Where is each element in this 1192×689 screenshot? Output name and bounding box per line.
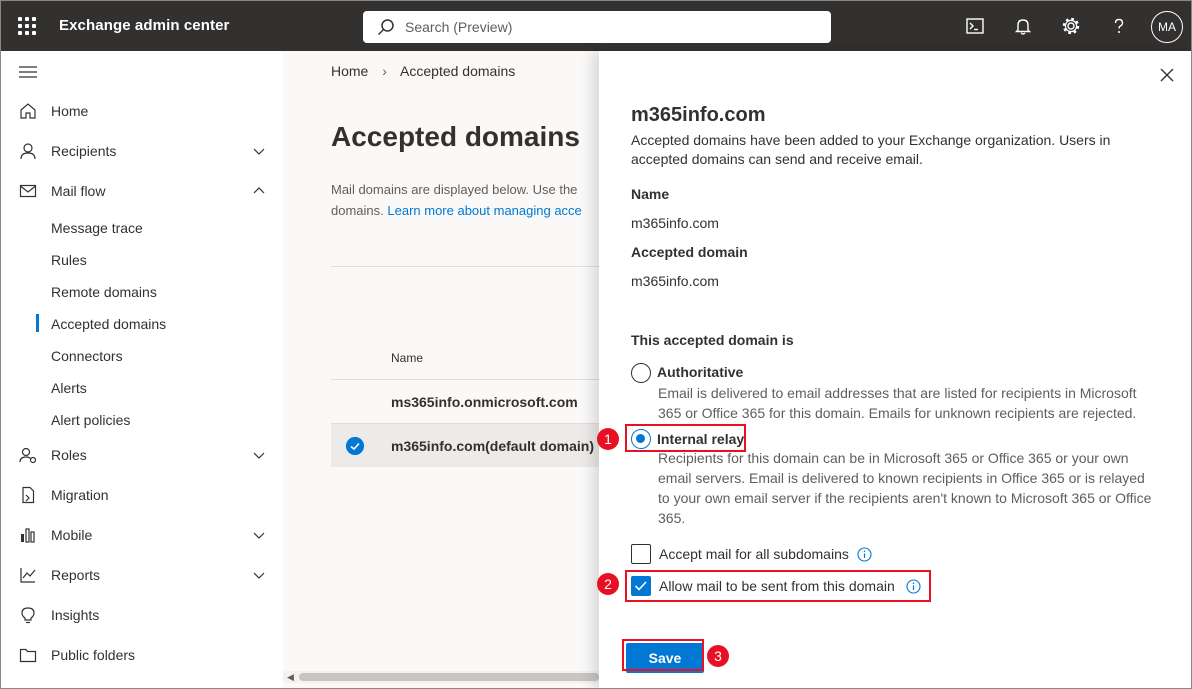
migration-icon [22, 486, 35, 504]
table-row[interactable]: ms365info.onmicrosoft.com [331, 379, 599, 423]
annotation-badge-2: 2 [597, 573, 619, 595]
reports-icon [20, 568, 36, 583]
search-icon [377, 19, 394, 36]
person-icon [20, 143, 36, 160]
annotation-highlight-3 [622, 639, 704, 671]
nav-item-home[interactable]: Home [1, 91, 283, 131]
home-icon [20, 103, 36, 119]
checkmark-circle-icon[interactable] [346, 437, 364, 455]
nav-sub-message-trace[interactable]: Message trace [1, 212, 283, 244]
app-window: Exchange admin center MA Home Recipients… [0, 0, 1192, 689]
chevron-down-icon [253, 148, 265, 155]
name-label: Name [631, 186, 670, 202]
nav-label: Mobile [51, 527, 93, 543]
table-row-selected[interactable]: m365info.com(default domain) [331, 423, 599, 467]
panel-title: m365info.com [631, 104, 766, 126]
breadcrumb-home[interactable]: Home [331, 63, 368, 79]
nav-label: Roles [51, 447, 87, 463]
nav-item-roles[interactable]: Roles [1, 435, 283, 475]
roles-icon [19, 447, 37, 464]
nav-item-migration[interactable]: Migration [1, 475, 283, 515]
row-domain-name: ms365info.onmicrosoft.com [391, 394, 578, 410]
authoritative-description: Email is delivered to email addresses th… [658, 385, 1137, 421]
waffle-icon[interactable] [15, 14, 39, 38]
annotation-highlight-1 [625, 424, 746, 452]
left-nav: Home Recipients Mail flow Message trace … [1, 51, 283, 688]
page-title: Accepted domains [331, 121, 580, 152]
nav-label: Insights [51, 607, 100, 623]
nav-sub-alerts[interactable]: Alerts [1, 372, 283, 404]
nav-item-mobile[interactable]: Mobile [1, 515, 283, 555]
nav-label: Home [51, 103, 89, 119]
gear-icon[interactable] [1060, 15, 1082, 37]
learn-more-link[interactable]: Learn more about managing acce [387, 203, 581, 218]
chevron-down-icon [253, 452, 265, 459]
app-title[interactable]: Exchange admin center [59, 17, 230, 34]
horizontal-scrollbar[interactable]: ◀ [283, 671, 599, 683]
close-icon[interactable] [1159, 67, 1175, 83]
column-header-name[interactable]: Name [391, 351, 423, 365]
scrollbar-thumb[interactable] [299, 673, 599, 681]
breadcrumb-current: Accepted domains [400, 63, 516, 79]
subdomains-checkbox[interactable] [631, 544, 651, 564]
authoritative-label[interactable]: Authoritative [657, 364, 743, 380]
scroll-left-icon[interactable]: ◀ [287, 672, 294, 683]
chevron-down-icon [253, 532, 265, 539]
chevron-up-icon [253, 187, 265, 194]
nav-item-mail-flow[interactable]: Mail flow [1, 171, 283, 211]
nav-sub-accepted-domains[interactable]: Accepted domains [1, 308, 283, 340]
help-icon[interactable] [1108, 15, 1130, 37]
nav-sub-alert-policies[interactable]: Alert policies [1, 404, 283, 436]
search-input[interactable] [405, 11, 815, 43]
nav-label: Migration [51, 487, 109, 503]
nav-item-recipients[interactable]: Recipients [1, 131, 283, 171]
folder-icon [19, 648, 37, 663]
nav-label: Recipients [51, 143, 117, 159]
search-box[interactable] [363, 11, 831, 43]
bell-icon[interactable] [1012, 15, 1034, 37]
info-icon[interactable] [857, 547, 872, 562]
page-description: Mail domains are displayed below. Use th… [331, 182, 582, 218]
nav-label: Reports [51, 567, 101, 583]
row-domain-name: m365info.com(default domain) [391, 438, 595, 454]
nav-item-reports[interactable]: Reports [1, 555, 283, 595]
top-bar: Exchange admin center MA [1, 1, 1191, 51]
internal-relay-description: Recipients for this domain can be in Mic… [658, 450, 1152, 526]
lightbulb-icon [21, 607, 35, 624]
authoritative-radio[interactable] [631, 363, 651, 383]
chevron-right-icon: › [382, 63, 387, 79]
nav-item-public-folders[interactable]: Public folders [1, 635, 283, 675]
nav-item-insights[interactable]: Insights [1, 595, 283, 635]
nav-label: Public folders [51, 647, 136, 663]
domain-type-label: This accepted domain is [631, 332, 794, 348]
annotation-badge-3: 3 [707, 645, 729, 667]
mail-icon [19, 184, 37, 198]
nav-label: Mail flow [51, 183, 106, 199]
mobile-icon [21, 528, 35, 543]
breadcrumb: Home › Accepted domains [331, 63, 515, 79]
name-value: m365info.com [631, 215, 719, 231]
nav-sub-connectors[interactable]: Connectors [1, 340, 283, 372]
accepted-domain-label: Accepted domain [631, 244, 748, 260]
main-content: Home › Accepted domains Accepted domains… [283, 51, 599, 688]
annotation-highlight-2 [625, 570, 931, 602]
annotation-badge-1: 1 [597, 428, 619, 450]
nav-sub-rules[interactable]: Rules [1, 244, 283, 276]
divider [331, 266, 599, 267]
nav-sub-remote-domains[interactable]: Remote domains [1, 276, 283, 308]
accepted-domain-value: m365info.com [631, 273, 719, 289]
details-panel: m365info.com Accepted domains have been … [597, 51, 1191, 688]
terminal-icon[interactable] [964, 15, 986, 37]
hamburger-icon[interactable] [19, 65, 37, 79]
panel-description: Accepted domains have been added to your… [631, 132, 1111, 167]
chevron-down-icon [253, 572, 265, 579]
subdomains-label[interactable]: Accept mail for all subdomains [659, 546, 849, 562]
avatar[interactable]: MA [1151, 11, 1183, 43]
